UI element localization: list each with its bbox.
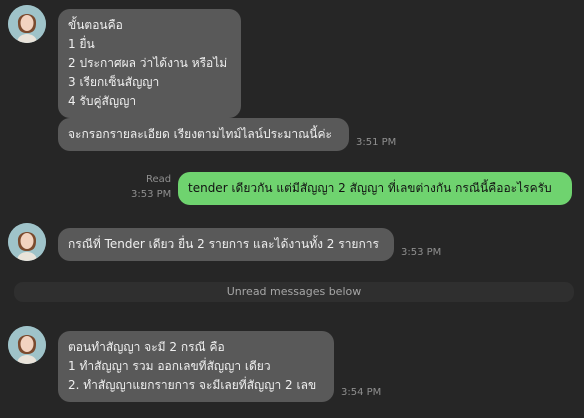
- incoming-message[interactable]: จะกรอกรายละเอียด เรียงตามไทม์ไลน์ประมาณน…: [58, 118, 349, 151]
- message-line: 2 ประกาศผล ว่าได้งาน หรือไม่: [68, 56, 228, 70]
- outgoing-message[interactable]: tender เดียวกัน แต่มีสัญญา 2 สัญญา ที่เล…: [178, 172, 572, 205]
- avatar[interactable]: [8, 5, 46, 43]
- read-receipt: Read: [146, 174, 172, 185]
- message-text: กรณีที่ Tender เดียว ยื่น 2 รายการ และได…: [68, 237, 379, 251]
- message-text: จะกรอกรายละเอียด เรียงตามไทม์ไลน์ประมาณน…: [68, 127, 332, 141]
- message-timestamp: 3:53 PM: [401, 247, 442, 258]
- message-timestamp: 3:51 PM: [356, 137, 397, 148]
- avatar-image: [8, 223, 46, 261]
- avatar-image: [8, 5, 46, 43]
- avatar[interactable]: [8, 326, 46, 364]
- incoming-message[interactable]: ตอนทำสัญญา จะมี 2 กรณี คือ 1 ทำสัญญา รวม…: [58, 331, 334, 402]
- incoming-message[interactable]: ขั้นตอนคือ 1 ยื่น 2 ประกาศผล ว่าได้งาน ห…: [58, 9, 241, 118]
- message-line: 4 รับคู่สัญญา: [68, 94, 137, 108]
- message-line: ตอนทำสัญญา จะมี 2 กรณี คือ: [68, 340, 225, 354]
- message-line: 1 ทำสัญญา รวม ออกเลขที่สัญญา เดียว: [68, 359, 271, 373]
- message-line: ขั้นตอนคือ: [68, 18, 123, 32]
- avatar[interactable]: [8, 223, 46, 261]
- avatar-image: [8, 326, 46, 364]
- incoming-message[interactable]: กรณีที่ Tender เดียว ยื่น 2 รายการ และได…: [58, 228, 394, 261]
- message-text: tender เดียวกัน แต่มีสัญญา 2 สัญญา ที่เล…: [188, 181, 552, 195]
- unread-messages-divider: Unread messages below: [14, 282, 574, 302]
- message-timestamp: 3:54 PM: [341, 387, 382, 398]
- message-line: 3 เรียกเซ็นสัญญา: [68, 75, 160, 89]
- message-line: 1 ยื่น: [68, 37, 95, 51]
- message-line: 2. ทำสัญญาแยกรายการ จะมีเลยที่สัญญา 2 เล…: [68, 378, 317, 392]
- message-timestamp: 3:53 PM: [131, 189, 172, 200]
